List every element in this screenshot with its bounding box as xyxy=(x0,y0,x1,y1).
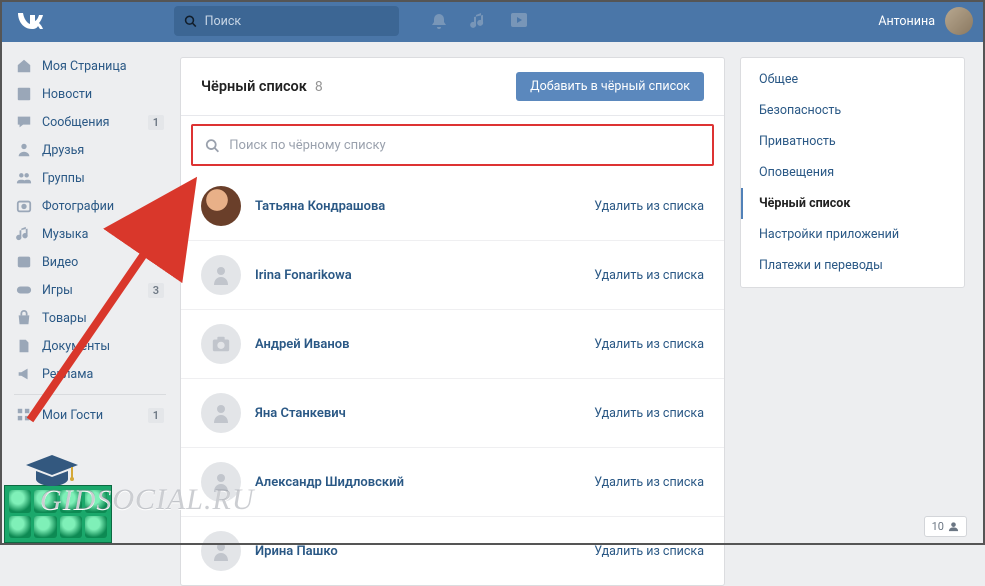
blacklist-row: Татьяна Кондрашова Удалить из списка xyxy=(181,172,724,240)
user-menu[interactable]: Антонина xyxy=(878,7,973,35)
settings-item[interactable]: Платежи и переводы xyxy=(741,250,964,281)
nav-chat[interactable]: Сообщения1 xyxy=(10,108,170,136)
settings-item[interactable]: Настройки приложений xyxy=(741,219,964,250)
blacklist-count: 8 xyxy=(315,79,323,95)
photos-icon xyxy=(14,196,34,216)
notifications-icon[interactable] xyxy=(429,11,449,31)
music-icon xyxy=(14,224,34,244)
visitor-counter[interactable]: 10 xyxy=(924,516,967,537)
nav-home[interactable]: Моя Страница xyxy=(10,52,170,80)
vk-logo-icon[interactable] xyxy=(16,7,44,35)
page-title: Чёрный список xyxy=(201,78,307,95)
user-avatar[interactable] xyxy=(201,531,241,571)
user-name-link[interactable]: Татьяна Кондрашова xyxy=(255,199,385,214)
user-name-link[interactable]: Яна Станкевич xyxy=(255,406,346,421)
settings-item[interactable]: Оповещения xyxy=(741,157,964,188)
video-play-icon[interactable] xyxy=(509,11,529,31)
home-icon xyxy=(14,56,34,76)
groups-icon xyxy=(14,168,34,188)
user-avatar[interactable] xyxy=(201,186,241,226)
nav-music[interactable]: Музыка xyxy=(10,220,170,248)
blacklist-search[interactable] xyxy=(191,124,714,166)
remove-from-list-link[interactable]: Удалить из списка xyxy=(594,337,704,352)
settings-menu: ОбщееБезопасностьПриватностьОповещенияЧё… xyxy=(740,57,965,288)
nav-badge: 3 xyxy=(148,283,164,298)
settings-item[interactable]: Безопасность xyxy=(741,95,964,126)
remove-from-list-link[interactable]: Удалить из списка xyxy=(594,544,704,559)
market-icon xyxy=(14,308,34,328)
user-avatar[interactable] xyxy=(201,255,241,295)
docs-icon xyxy=(14,336,34,356)
user-name-link[interactable]: Irina Fonarikowa xyxy=(255,268,352,283)
user-name-link[interactable]: Андрей Иванов xyxy=(255,337,350,352)
avatar xyxy=(945,7,973,35)
topbar: Антонина xyxy=(0,0,985,42)
blacklist-panel: Чёрный список 8 Добавить в чёрный список… xyxy=(180,57,725,586)
blacklist-row: Андрей Иванов Удалить из списка xyxy=(181,309,724,378)
nav-groups[interactable]: Группы xyxy=(10,164,170,192)
remove-from-list-link[interactable]: Удалить из списка xyxy=(594,199,704,214)
nav-ads[interactable]: Реклама xyxy=(10,360,170,388)
games-icon xyxy=(14,280,34,300)
nav-friends[interactable]: Друзья xyxy=(10,136,170,164)
video-icon xyxy=(14,252,34,272)
blacklist-row: Ирина Пашко Удалить из списка xyxy=(181,516,724,585)
global-search[interactable] xyxy=(174,6,399,36)
settings-item[interactable]: Чёрный список xyxy=(741,188,964,219)
news-icon xyxy=(14,84,34,104)
remove-from-list-link[interactable]: Удалить из списка xyxy=(594,268,704,283)
nav-guests[interactable]: Мои Гости1 xyxy=(10,401,170,429)
apps-icon xyxy=(14,405,34,425)
nav-games[interactable]: Игры3 xyxy=(10,276,170,304)
nav-news[interactable]: Новости xyxy=(10,80,170,108)
username: Антонина xyxy=(878,14,935,29)
settings-item[interactable]: Общее xyxy=(741,64,964,95)
remove-from-list-link[interactable]: Удалить из списка xyxy=(594,475,704,490)
nav-photos[interactable]: Фотографии xyxy=(10,192,170,220)
chat-icon xyxy=(14,112,34,132)
watermark: GIDSOCIAL.RU xyxy=(40,483,255,517)
user-name-link[interactable]: Александр Шидловский xyxy=(255,475,404,490)
add-to-blacklist-button[interactable]: Добавить в чёрный список xyxy=(516,72,704,101)
blacklist-row: Irina Fonarikowa Удалить из списка xyxy=(181,240,724,309)
user-name-link[interactable]: Ирина Пашко xyxy=(255,544,338,559)
nav-docs[interactable]: Документы xyxy=(10,332,170,360)
global-search-input[interactable] xyxy=(205,14,389,29)
friends-icon xyxy=(14,140,34,160)
user-avatar[interactable] xyxy=(201,324,241,364)
blacklist-row: Александр Шидловский Удалить из списка xyxy=(181,447,724,516)
remove-from-list-link[interactable]: Удалить из списка xyxy=(594,406,704,421)
nav-market[interactable]: Товары xyxy=(10,304,170,332)
blacklist-search-input[interactable] xyxy=(229,138,700,153)
nav-video[interactable]: Видео xyxy=(10,248,170,276)
top-icons xyxy=(429,11,529,31)
ads-icon xyxy=(14,364,34,384)
music-icon[interactable] xyxy=(469,11,489,31)
blacklist-row: Яна Станкевич Удалить из списка xyxy=(181,378,724,447)
nav-badge: 1 xyxy=(148,115,164,130)
user-avatar[interactable] xyxy=(201,393,241,433)
settings-item[interactable]: Приватность xyxy=(741,126,964,157)
